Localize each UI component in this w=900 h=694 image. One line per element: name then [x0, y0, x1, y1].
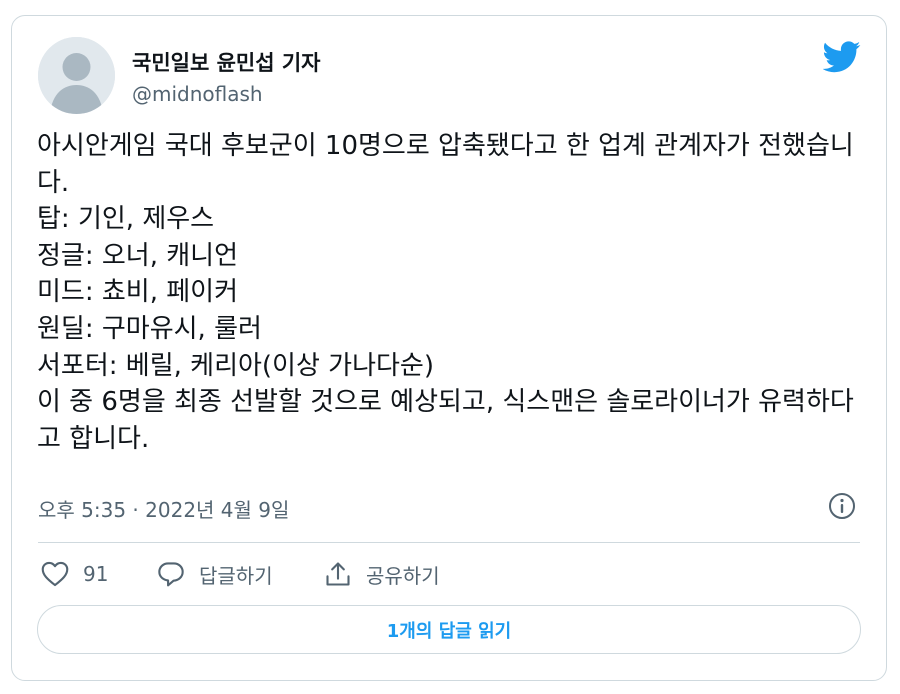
reply-button[interactable]: 답글하기: [157, 559, 273, 589]
author-display-name[interactable]: 국민일보 윤민섭 기자: [132, 47, 321, 77]
divider: [38, 542, 860, 543]
like-count: 91: [83, 562, 109, 586]
default-avatar-icon: [38, 37, 115, 114]
share-button[interactable]: 공유하기: [324, 559, 440, 589]
reply-bubble-icon: [158, 561, 184, 586]
reply-label: 답글하기: [199, 563, 273, 588]
share-label: 공유하기: [366, 563, 440, 588]
read-replies-label: 1개의 답글 읽기: [386, 620, 512, 642]
heart-icon: [41, 561, 69, 587]
info-icon[interactable]: [827, 491, 857, 521]
author-handle[interactable]: @midnoflash: [132, 82, 263, 106]
read-replies-button[interactable]: 1개의 답글 읽기: [37, 605, 861, 654]
twitter-bird-icon[interactable]: [822, 41, 861, 73]
tweet-text: 아시안게임 국대 후보군이 10명으로 압축됐다고 한 업계 관계자가 전했습니…: [37, 131, 854, 454]
like-button[interactable]: 91: [41, 559, 108, 589]
tweet-timestamp[interactable]: 오후 5:35 · 2022년 4월 9일: [38, 494, 289, 523]
share-upload-icon: [326, 562, 350, 586]
tweet-card: 국민일보 윤민섭 기자 @midnoflash 아시안게임 국대 후보군이 10…: [11, 15, 887, 681]
avatar[interactable]: [38, 37, 115, 114]
